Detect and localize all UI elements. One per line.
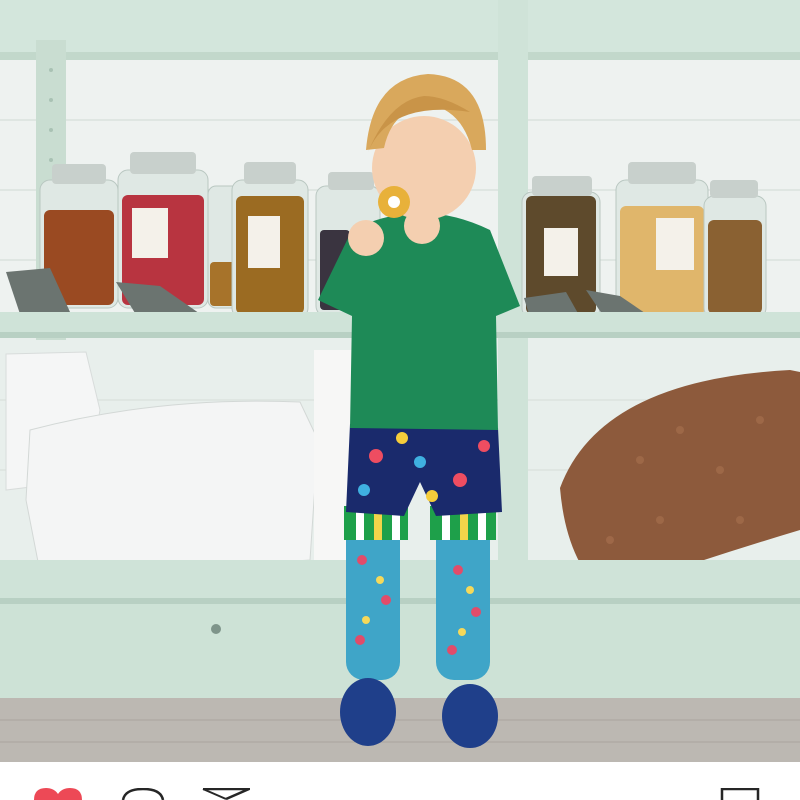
paper-plane-icon xyxy=(202,788,250,800)
save-button[interactable] xyxy=(720,788,760,800)
post-photo[interactable] xyxy=(0,0,800,762)
like-button[interactable] xyxy=(34,788,82,800)
share-button[interactable] xyxy=(202,788,250,800)
post-action-bar xyxy=(0,762,800,800)
photo-illustration xyxy=(0,0,800,762)
comment-button[interactable] xyxy=(121,788,165,800)
heart-icon xyxy=(34,788,82,800)
comment-bubble-icon xyxy=(121,788,165,800)
bookmark-icon xyxy=(720,788,760,800)
